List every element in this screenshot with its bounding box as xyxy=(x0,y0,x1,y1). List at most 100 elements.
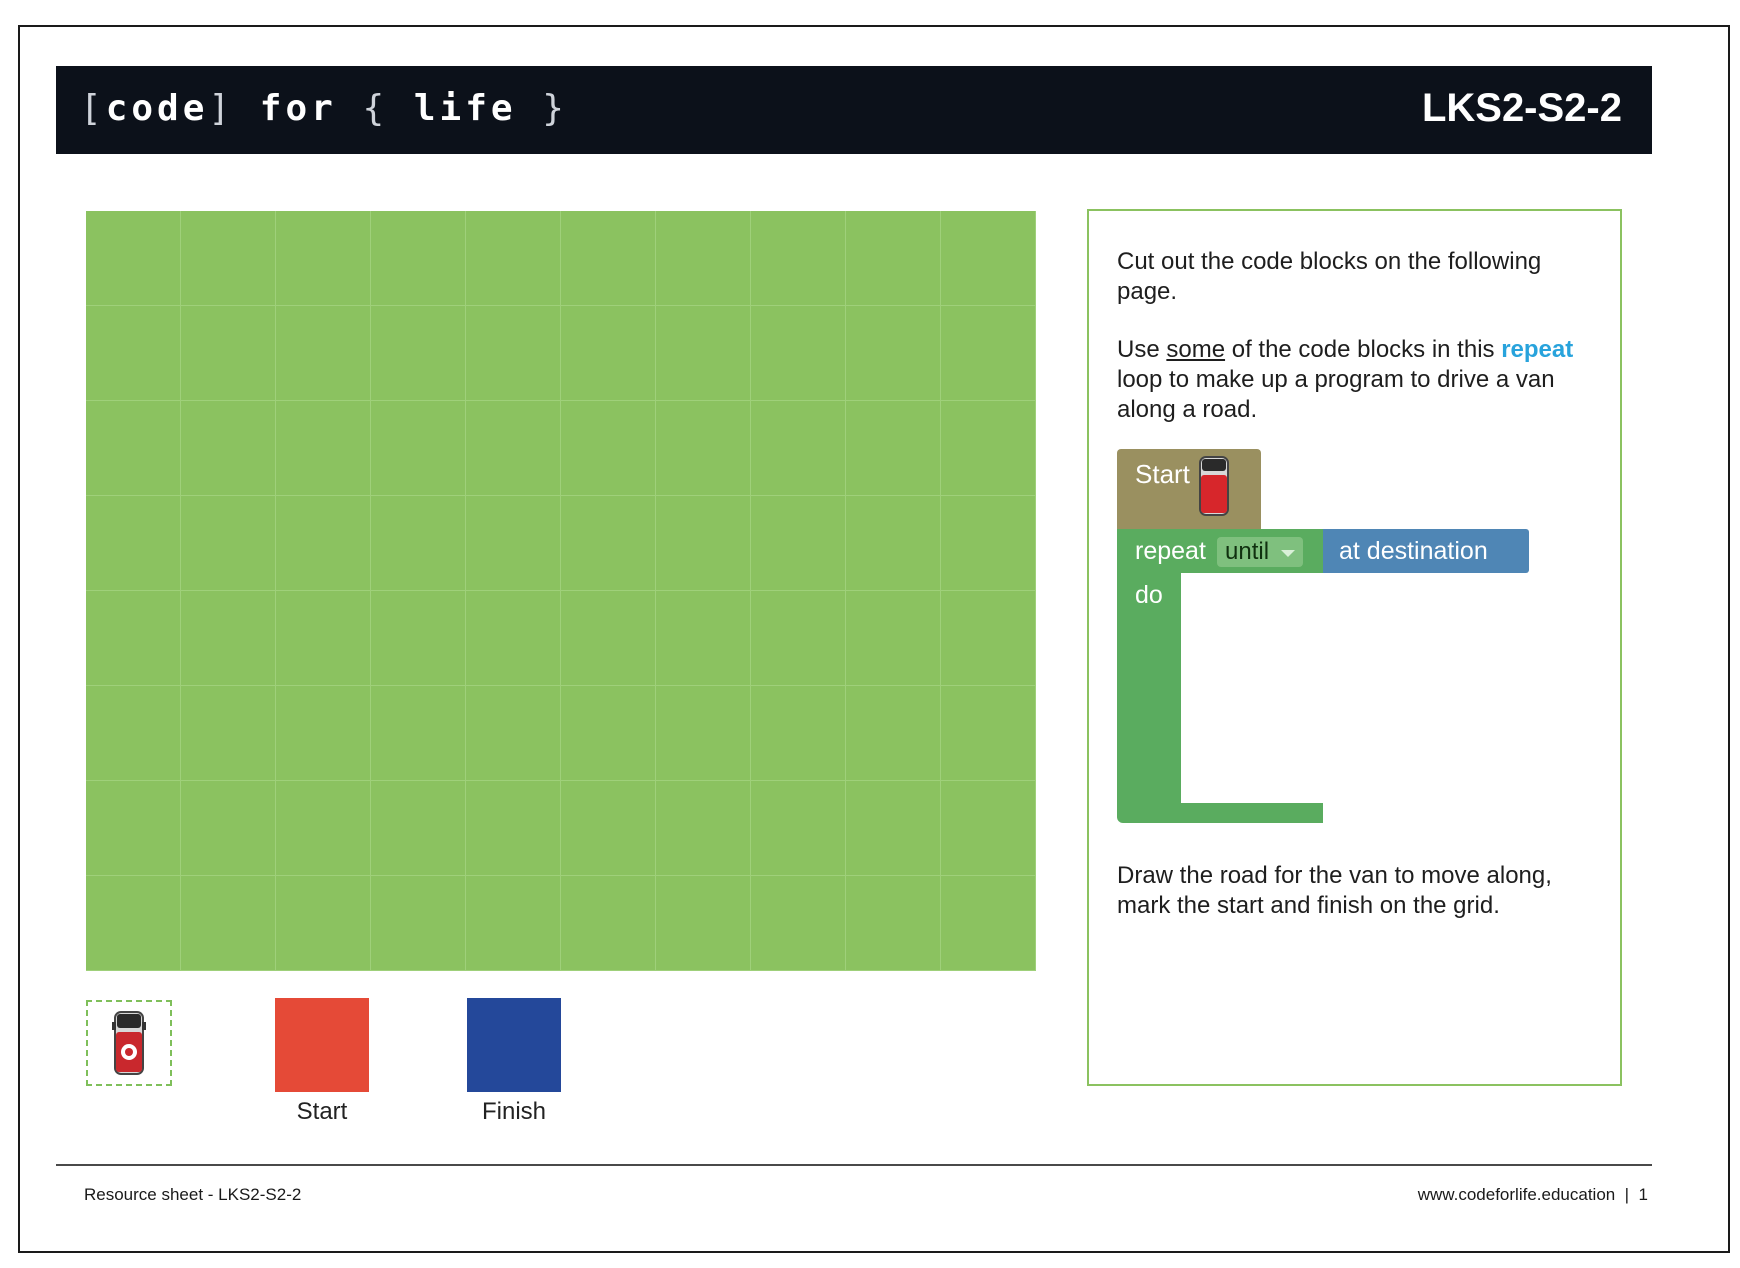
grid-cell[interactable] xyxy=(561,686,656,781)
grid-cell[interactable] xyxy=(751,496,846,591)
grid-cell[interactable] xyxy=(466,686,561,781)
grid-cell[interactable] xyxy=(371,876,466,971)
grid-cell[interactable] xyxy=(846,876,941,971)
grid-cell[interactable] xyxy=(86,496,181,591)
grid-cell[interactable] xyxy=(371,496,466,591)
grid-cell[interactable] xyxy=(466,401,561,496)
grid-cell[interactable] xyxy=(371,686,466,781)
at-destination-block: at destination xyxy=(1323,529,1529,573)
grid-cell[interactable] xyxy=(846,306,941,401)
instructions-panel: Cut out the code blocks on the following… xyxy=(1087,209,1622,1086)
grid-cell[interactable] xyxy=(181,496,276,591)
grid-cell[interactable] xyxy=(656,591,751,686)
grid-cell[interactable] xyxy=(181,781,276,876)
grid-cell[interactable] xyxy=(941,591,1036,686)
grid-cell[interactable] xyxy=(276,211,371,306)
do-label: do xyxy=(1135,581,1163,609)
grid-cell[interactable] xyxy=(276,876,371,971)
grid-cell[interactable] xyxy=(371,401,466,496)
grid-cell[interactable] xyxy=(86,211,181,306)
grid-cell[interactable] xyxy=(751,876,846,971)
grid-cell[interactable] xyxy=(466,496,561,591)
grid-cell[interactable] xyxy=(941,876,1036,971)
grid-cell[interactable] xyxy=(656,401,751,496)
grid-cell[interactable] xyxy=(846,401,941,496)
footer-url-page: www.codeforlife.education | 1 xyxy=(1417,1185,1648,1204)
grid-cell[interactable] xyxy=(751,401,846,496)
finish-marker[interactable] xyxy=(467,998,561,1092)
grid-cell[interactable] xyxy=(276,306,371,401)
grid-cell[interactable] xyxy=(751,306,846,401)
grid-cell[interactable] xyxy=(181,686,276,781)
grid-cell[interactable] xyxy=(846,496,941,591)
grid-cell[interactable] xyxy=(371,211,466,306)
grid-cell[interactable] xyxy=(751,686,846,781)
grid-cell[interactable] xyxy=(751,781,846,876)
grid-cell[interactable] xyxy=(561,401,656,496)
grid-cell[interactable] xyxy=(86,591,181,686)
grid-cell[interactable] xyxy=(561,496,656,591)
grid-cell[interactable] xyxy=(86,686,181,781)
header-bar: [code] for { life } LKS2-S2-2 xyxy=(56,66,1652,154)
grid-cell[interactable] xyxy=(656,211,751,306)
van-token[interactable] xyxy=(86,1000,172,1086)
grid-cell[interactable] xyxy=(276,401,371,496)
grid-cell[interactable] xyxy=(656,781,751,876)
until-option: until xyxy=(1225,538,1270,565)
grid-cell[interactable] xyxy=(371,591,466,686)
van-icon xyxy=(112,1011,146,1075)
grid-cell[interactable] xyxy=(846,591,941,686)
grid-cell[interactable] xyxy=(86,781,181,876)
grid-cell[interactable] xyxy=(181,876,276,971)
grid-cell[interactable] xyxy=(86,306,181,401)
grid-cell[interactable] xyxy=(846,211,941,306)
grid-cell[interactable] xyxy=(276,781,371,876)
grid-cell[interactable] xyxy=(656,306,751,401)
grid-cell[interactable] xyxy=(846,686,941,781)
grid-cell[interactable] xyxy=(181,211,276,306)
grid-cell[interactable] xyxy=(846,781,941,876)
grid-cell[interactable] xyxy=(276,686,371,781)
grid-cell[interactable] xyxy=(751,211,846,306)
finish-marker-label: Finish xyxy=(481,1098,547,1125)
grid-cell[interactable] xyxy=(181,401,276,496)
grid-cell[interactable] xyxy=(561,306,656,401)
grid-cell[interactable] xyxy=(276,496,371,591)
grid-cell[interactable] xyxy=(561,876,656,971)
grid-cell[interactable] xyxy=(941,306,1036,401)
start-marker[interactable] xyxy=(275,998,369,1092)
grid-cell[interactable] xyxy=(941,401,1036,496)
grid-cell[interactable] xyxy=(561,211,656,306)
grid-cell[interactable] xyxy=(466,781,561,876)
logo-brace-close: } xyxy=(542,88,568,129)
until-dropdown[interactable]: until xyxy=(1217,537,1303,567)
grid-cell[interactable] xyxy=(86,401,181,496)
underlined-word: some xyxy=(1166,336,1226,363)
grid-cell[interactable] xyxy=(941,686,1036,781)
grid-cell[interactable] xyxy=(751,591,846,686)
logo-bracket-open: [ xyxy=(80,88,106,129)
grid-cell[interactable] xyxy=(466,591,561,686)
grid-cell[interactable] xyxy=(466,876,561,971)
grid-cell[interactable] xyxy=(941,496,1036,591)
instruction-cut-out: Cut out the code blocks on the following… xyxy=(1117,248,1542,305)
grid-cell[interactable] xyxy=(941,781,1036,876)
grid-cell[interactable] xyxy=(561,781,656,876)
grid-cell[interactable] xyxy=(371,781,466,876)
grid-cell[interactable] xyxy=(371,306,466,401)
chevron-down-icon xyxy=(1281,550,1295,557)
grid-cell[interactable] xyxy=(181,306,276,401)
grid-cell[interactable] xyxy=(656,876,751,971)
grid-cell[interactable] xyxy=(656,686,751,781)
grid-cell[interactable] xyxy=(561,591,656,686)
grid-cell[interactable] xyxy=(181,591,276,686)
grid-cell[interactable] xyxy=(466,306,561,401)
start-marker-label: Start xyxy=(296,1098,348,1125)
grid-cell[interactable] xyxy=(466,211,561,306)
grid-cell[interactable] xyxy=(941,211,1036,306)
grid-cell[interactable] xyxy=(86,876,181,971)
road-grid[interactable] xyxy=(86,211,1036,971)
grid-cell[interactable] xyxy=(276,591,371,686)
logo-bracket-close: ] xyxy=(208,88,235,129)
grid-cell[interactable] xyxy=(656,496,751,591)
